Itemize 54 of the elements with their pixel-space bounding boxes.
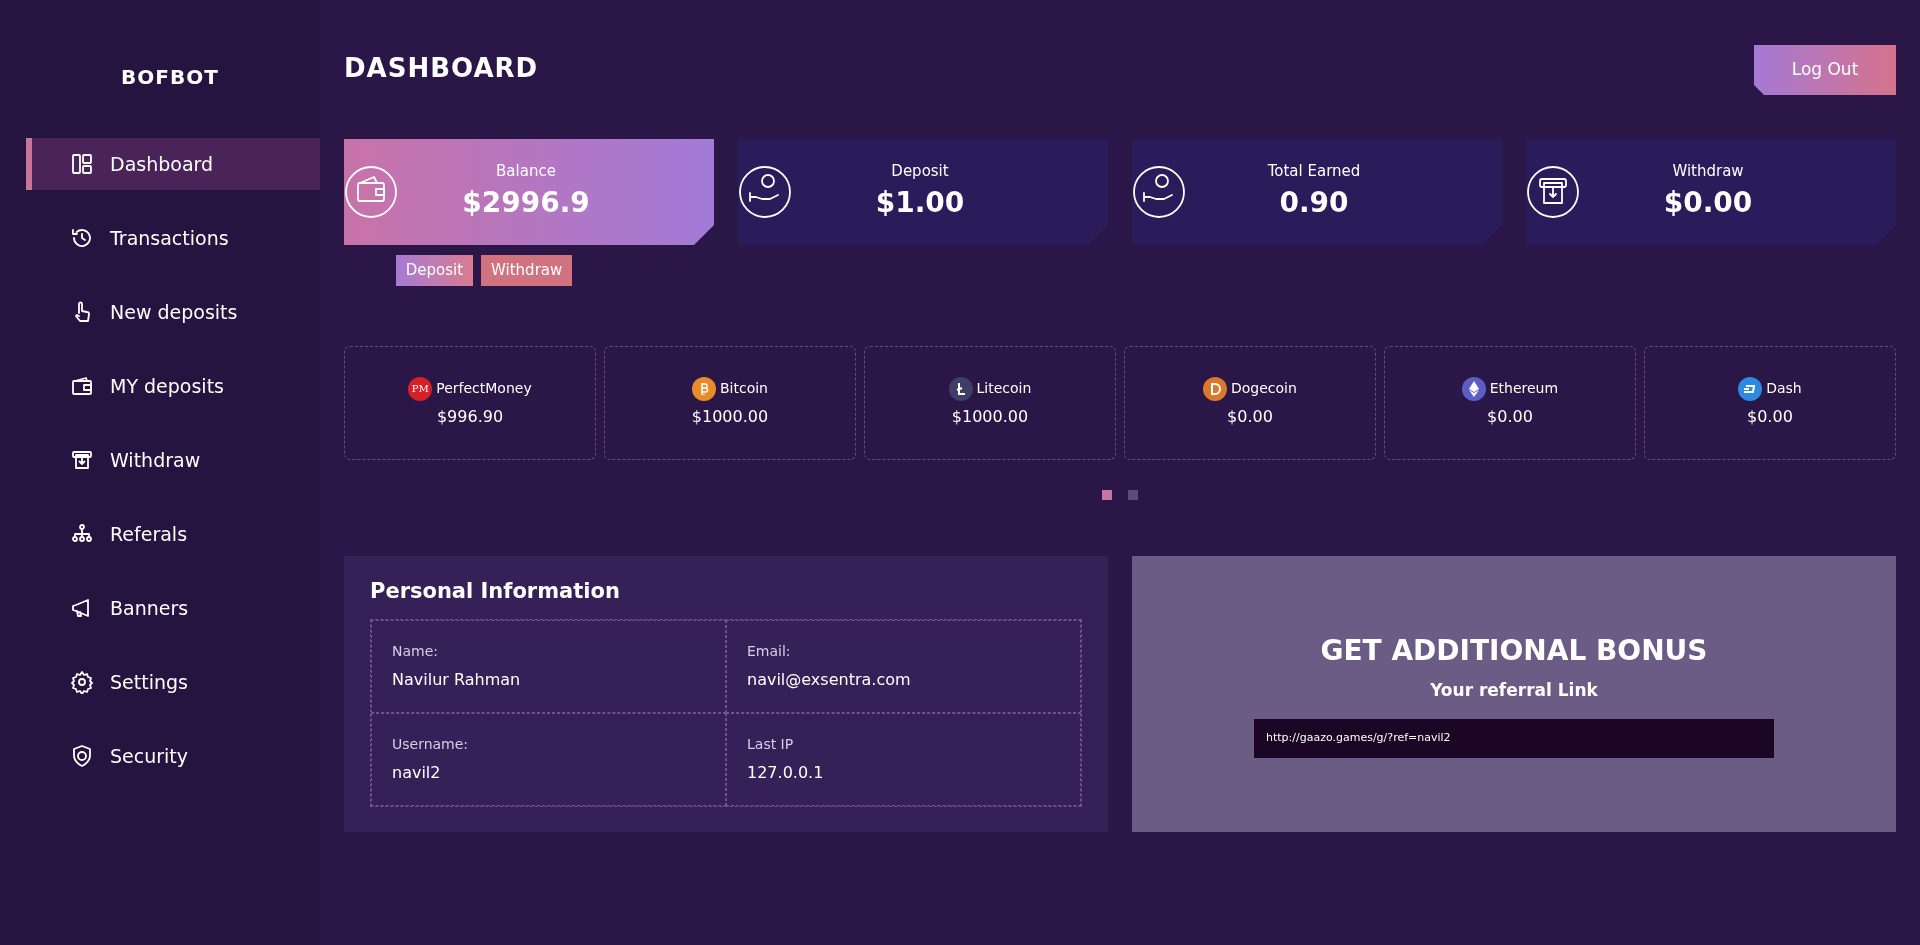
- stat-label: Balance: [495, 160, 557, 182]
- sidebar-item[interactable]: Withdraw: [26, 434, 320, 486]
- currency-name: Ethereum: [1489, 379, 1559, 398]
- currency-name: PerfectMoney: [436, 379, 532, 398]
- field-label: Email:: [747, 642, 792, 661]
- referral-link-field[interactable]: http://gaazo.games/g/?ref=navil2: [1254, 719, 1774, 758]
- sidebar-item[interactable]: MY deposits: [26, 360, 320, 412]
- currency-amount: $0.00: [1747, 405, 1793, 428]
- wallet-icon: [344, 165, 398, 219]
- sidebar-item[interactable]: Referals: [26, 508, 320, 560]
- field-value: Navilur Rahman: [392, 669, 522, 691]
- sidebar-item[interactable]: Security: [26, 730, 320, 782]
- field-value: 127.0.0.1: [747, 762, 825, 784]
- currency-amount: $0.00: [1227, 405, 1273, 428]
- field-value: navil2: [392, 762, 442, 784]
- currency-amount: $1000.00: [691, 405, 769, 428]
- field-label: Last IP: [747, 735, 795, 754]
- bonus-title: GET ADDITIONAL BONUS: [1320, 632, 1708, 669]
- stat-label: Total Earned: [1266, 160, 1362, 182]
- field-label: Username:: [392, 735, 470, 754]
- currency-amount: $1000.00: [951, 405, 1029, 428]
- stat-value: $0.00: [1662, 185, 1754, 222]
- stat-label: Withdraw: [1671, 160, 1745, 182]
- money-hand-icon: [738, 165, 792, 219]
- stat-value: $2996.9: [461, 185, 591, 222]
- money-hand-icon: [1132, 165, 1186, 219]
- stat-label: Deposit: [890, 160, 950, 182]
- stat-value: $1.00: [874, 185, 966, 222]
- currency-amount: $0.00: [1487, 405, 1533, 428]
- logo: BOFBOT: [120, 64, 220, 91]
- atm-withdraw-icon: [70, 448, 94, 472]
- dashboard-icon: [70, 152, 94, 176]
- panel-title: Personal Information: [370, 577, 621, 605]
- currency-amount: $996.90: [436, 405, 504, 428]
- stat-value: 0.90: [1278, 185, 1350, 222]
- sidebar-item[interactable]: New deposits: [26, 286, 320, 338]
- page-title: DASHBOARD: [344, 53, 539, 85]
- coin-logo: PM: [408, 376, 433, 401]
- field-label: Name:: [392, 642, 440, 661]
- settings-icon: [70, 670, 94, 694]
- currency-name: Dogecoin: [1231, 379, 1297, 398]
- wallet-icon: [70, 374, 94, 398]
- sidebar-item[interactable]: Settings: [26, 656, 320, 708]
- field-value: navil@exsentra.com: [747, 669, 912, 691]
- currency-name: Bitcoin: [719, 379, 768, 398]
- sidebar-item[interactable]: Banners: [26, 582, 320, 634]
- bonus-subtitle: Your referral Link: [1430, 678, 1598, 702]
- sidebar-item[interactable]: Dashboard: [26, 138, 320, 190]
- atm-withdraw-icon: [1526, 165, 1580, 219]
- currency-name: Dash: [1766, 379, 1802, 398]
- history-icon: [70, 226, 94, 250]
- shield-icon: [70, 744, 94, 768]
- sidebar-item[interactable]: Transactions: [26, 212, 320, 264]
- currency-name: Litecoin: [976, 379, 1032, 398]
